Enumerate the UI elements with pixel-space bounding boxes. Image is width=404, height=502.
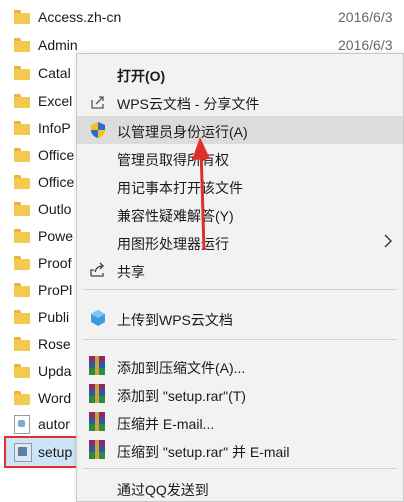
- annotation-arrow: [192, 137, 210, 251]
